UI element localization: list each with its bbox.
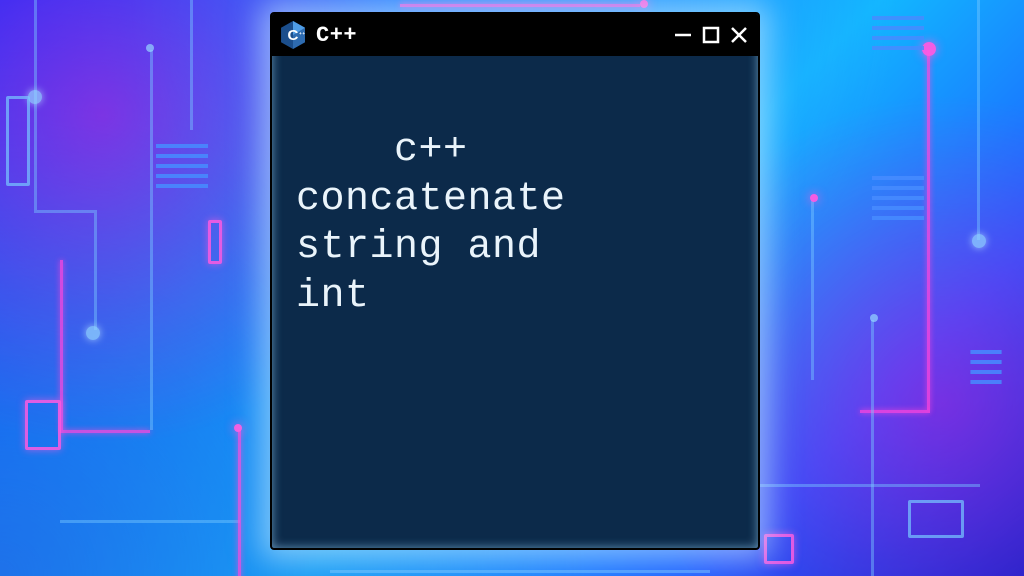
cpp-logo-icon: C + +: [280, 20, 306, 50]
terminal-text: c++ concatenate string and int: [296, 128, 566, 319]
terminal-body: c++ concatenate string and int: [272, 56, 758, 548]
svg-text:+: +: [299, 31, 302, 36]
svg-text:+: +: [302, 31, 305, 36]
terminal-window: C + + C++ c++ concatenate string and int: [270, 12, 760, 550]
svg-text:C: C: [287, 27, 298, 44]
window-title: C++: [316, 23, 357, 48]
maximize-button[interactable]: [702, 26, 720, 44]
close-button[interactable]: [730, 26, 748, 44]
minimize-button[interactable]: [674, 26, 692, 44]
titlebar: C + + C++: [272, 14, 758, 56]
